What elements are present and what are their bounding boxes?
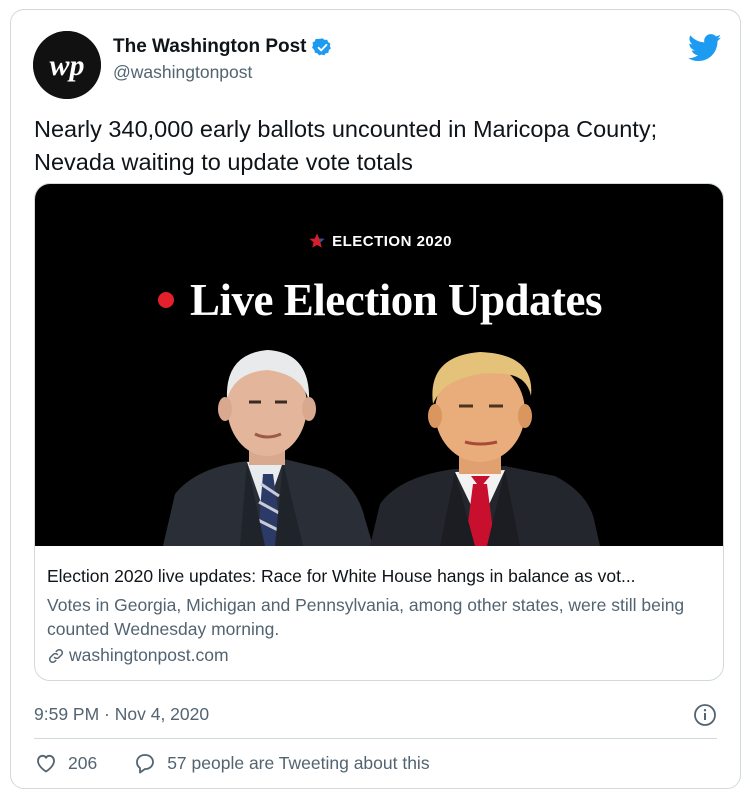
card-domain[interactable]: washingtonpost.com [47,645,229,666]
verified-badge-icon [311,37,331,55]
tweet-timestamp[interactable]: 9:59 PM · Nov 4, 2020 [34,704,209,725]
heart-icon [37,754,55,773]
tweeting-about-link[interactable]: 57 people are Tweeting about this [133,751,430,775]
kicker-text: ELECTION 2020 [332,232,452,250]
display-name[interactable]: The Washington Post [113,36,333,58]
info-icon[interactable] [693,703,717,727]
card-title[interactable]: Election 2020 live updates: Race for Whi… [47,566,711,587]
link-icon [48,648,64,663]
card-image-kicker: ELECTION 2020 [35,232,723,250]
card-image-headline-line: Live Election Updates [35,274,723,326]
tweeting-about-text[interactable]: 57 people are Tweeting about this [167,753,429,774]
svg-text:wp: wp [49,49,84,82]
left-portrait [163,350,373,546]
card-description: Votes in Georgia, Michigan and Pennsylva… [47,595,685,639]
divider [34,738,717,739]
link-preview-card[interactable]: ELECTION 2020 Live Election Updates Elec… [34,183,724,681]
washington-post-logo: wp [33,31,101,99]
display-name-text[interactable]: The Washington Post [113,36,307,58]
card-image[interactable]: ELECTION 2020 Live Election Updates [35,184,723,546]
reply-bubble-icon [136,754,155,774]
tweet-actions: 206 57 people are Tweeting about this [34,748,430,778]
handle[interactable]: @washingtonpost [113,62,252,83]
card-domain-text[interactable]: washingtonpost.com [69,645,229,666]
star-icon [309,233,325,248]
right-portrait [370,352,600,546]
avatar[interactable]: wp [33,31,101,99]
card-image-headline: Live Election Updates [190,275,603,325]
like-count: 206 [68,752,98,773]
like-button[interactable]: 206 [34,751,97,775]
twitter-bird-icon[interactable] [688,34,722,62]
tweet-text: Nearly 340,000 early ballots uncounted i… [34,116,658,175]
tweet-card: wp The Washington Post @washingtonpost N… [10,9,741,789]
live-dot-icon [158,292,174,308]
